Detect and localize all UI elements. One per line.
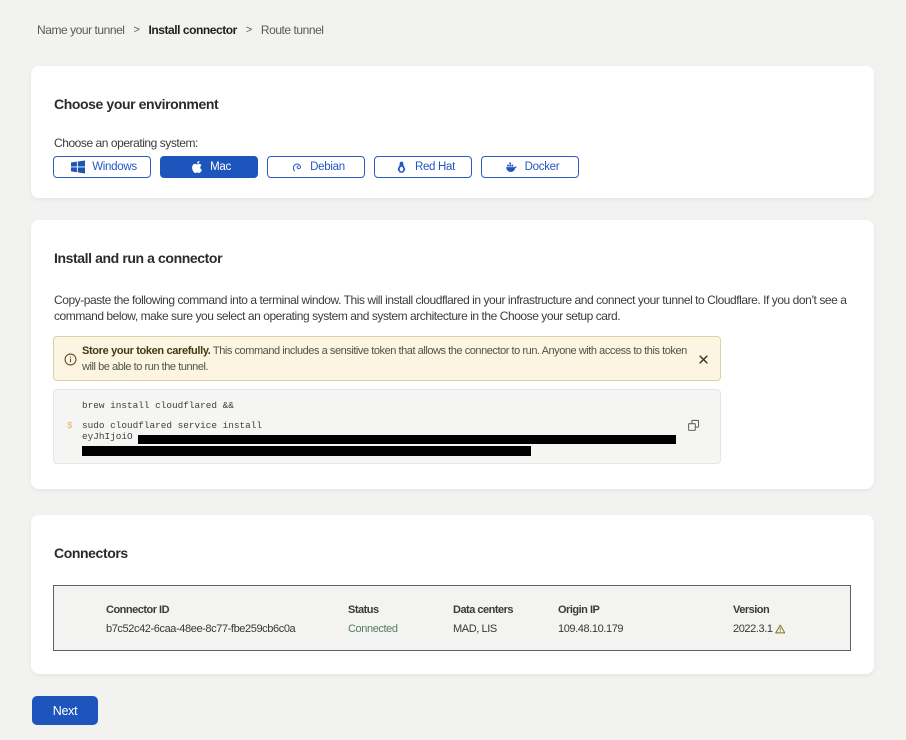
choose-environment-card: Choose your environment Choose an operat… [31, 66, 874, 198]
copy-icon [687, 419, 700, 432]
code-line-brew: brew install cloudflared && [82, 400, 234, 411]
cell-data-centers: MAD, LIS [453, 623, 497, 635]
close-icon [699, 355, 708, 364]
os-button-label: Windows [92, 161, 137, 173]
os-button-label: Red Hat [415, 161, 455, 173]
warning-triangle-icon [775, 624, 786, 635]
install-description: Copy-paste the following command into a … [54, 292, 854, 324]
connectors-card: Connectors Connector ID Status Data cent… [31, 515, 874, 674]
token-redaction-bar-1 [138, 435, 676, 445]
os-label: Choose an operating system: [54, 136, 198, 150]
docker-icon [505, 161, 518, 174]
next-button[interactable]: Next [32, 696, 98, 725]
alert-text: Store your token carefully. This command… [82, 344, 694, 375]
os-button-debian[interactable]: Debian [267, 156, 365, 178]
apple-icon [191, 161, 203, 173]
breadcrumb: Name your tunnel > Install connector > R… [37, 23, 324, 37]
os-button-row: Windows Mac Debian Red Hat [53, 156, 579, 178]
install-command-codeblock: brew install cloudflared && $ sudo cloud… [53, 389, 721, 464]
alert-title: Store your token carefully. [82, 345, 211, 357]
info-circle-icon [64, 353, 77, 366]
version-text: 2022.3.1 [733, 623, 773, 635]
column-header-version: Version [733, 604, 769, 616]
breadcrumb-separator: > [246, 24, 252, 36]
token-warning-alert: Store your token carefully. This command… [53, 336, 721, 381]
code-line-sudo: sudo cloudflared service install [82, 420, 262, 431]
os-button-redhat[interactable]: Red Hat [374, 156, 472, 178]
breadcrumb-name-your-tunnel[interactable]: Name your tunnel [37, 23, 125, 37]
version-value-with-warning: 2022.3.1 [733, 623, 785, 635]
os-button-docker[interactable]: Docker [481, 156, 579, 178]
copy-button[interactable] [687, 419, 700, 432]
install-connector-card: Install and run a connector Copy-paste t… [31, 220, 874, 489]
windows-icon [71, 160, 85, 174]
os-button-windows[interactable]: Windows [53, 156, 151, 178]
breadcrumb-separator: > [134, 24, 140, 36]
code-prompt: $ [67, 420, 73, 431]
os-button-mac[interactable]: Mac [160, 156, 258, 178]
connectors-table: Connector ID Status Data centers Origin … [53, 585, 851, 651]
column-header-origin-ip: Origin IP [558, 604, 599, 616]
tux-icon [395, 161, 408, 174]
install-connector-title: Install and run a connector [54, 250, 222, 266]
code-token-prefix: eyJhIjoiO [82, 431, 133, 442]
choose-environment-title: Choose your environment [54, 96, 218, 112]
breadcrumb-install-connector[interactable]: Install connector [149, 23, 237, 37]
token-redaction-bar-2 [82, 446, 531, 456]
os-button-label: Docker [525, 161, 560, 173]
column-header-status: Status [348, 604, 379, 616]
cell-origin-ip: 109.48.10.179 [558, 623, 623, 635]
cell-status: Connected [348, 623, 398, 635]
breadcrumb-route-tunnel[interactable]: Route tunnel [261, 23, 324, 37]
column-header-data-centers: Data centers [453, 604, 513, 616]
os-button-label: Mac [210, 161, 231, 173]
debian-icon [291, 161, 303, 173]
column-header-connector-id: Connector ID [106, 604, 169, 616]
alert-close-button[interactable] [697, 353, 709, 365]
cell-connector-id: b7c52c42-6caa-48ee-8c77-fbe259cb6c0a [106, 623, 295, 635]
cell-version: 2022.3.1 [733, 623, 785, 635]
connectors-title: Connectors [54, 545, 128, 561]
os-button-label: Debian [310, 161, 345, 173]
